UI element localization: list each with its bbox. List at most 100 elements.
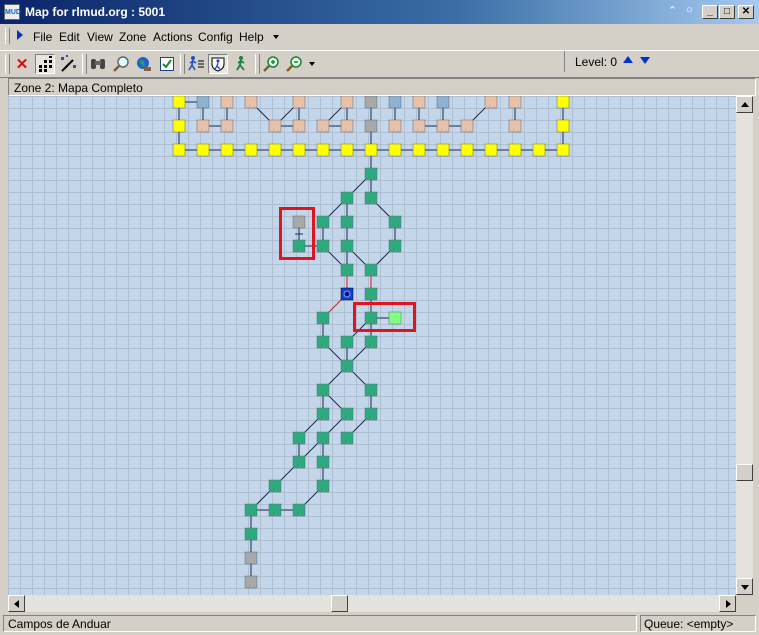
zoom-in-icon[interactable] [261, 54, 281, 74]
walker-icon[interactable] [231, 54, 251, 74]
delete-icon[interactable]: ✕ [12, 54, 32, 74]
map-room[interactable] [244, 503, 258, 517]
map-room[interactable] [340, 191, 354, 205]
map-room[interactable] [412, 143, 426, 157]
map-room[interactable] [412, 119, 426, 133]
map-room[interactable] [244, 96, 258, 109]
map-room[interactable] [460, 143, 474, 157]
map-room[interactable] [244, 143, 258, 157]
map-room[interactable] [172, 96, 186, 109]
map-room[interactable] [340, 239, 354, 253]
map-room[interactable] [244, 527, 258, 541]
map-room[interactable] [316, 311, 330, 325]
map-room[interactable] [556, 143, 570, 157]
map-room[interactable] [340, 263, 354, 277]
map-room[interactable] [316, 431, 330, 445]
map-room[interactable] [388, 311, 402, 325]
walker-list-icon[interactable] [186, 54, 206, 74]
map-room[interactable] [244, 551, 258, 565]
map-room[interactable] [292, 215, 306, 229]
map-room[interactable] [292, 143, 306, 157]
map-room[interactable] [268, 119, 282, 133]
map-room[interactable] [388, 119, 402, 133]
map-room[interactable] [268, 479, 282, 493]
rollup-icon[interactable]: ⌃ [668, 4, 677, 17]
magnifier-icon[interactable] [111, 54, 131, 74]
globe-icon[interactable] [134, 54, 154, 74]
map-room[interactable] [268, 503, 282, 517]
map-room[interactable] [340, 359, 354, 373]
map-room[interactable] [220, 119, 234, 133]
map-room[interactable] [316, 215, 330, 229]
map-room[interactable] [340, 431, 354, 445]
toolbar-grip[interactable] [5, 54, 10, 74]
map-room[interactable] [340, 335, 354, 349]
map-room[interactable] [388, 143, 402, 157]
map-room[interactable] [292, 239, 306, 253]
map-room[interactable] [316, 143, 330, 157]
map-room[interactable] [436, 119, 450, 133]
checkbox-icon[interactable] [157, 54, 177, 74]
map-room[interactable] [172, 119, 186, 133]
pin-icon[interactable]: ○ [686, 4, 693, 16]
map-room[interactable] [364, 311, 378, 325]
horizontal-scroll-thumb[interactable] [331, 595, 348, 612]
map-room[interactable] [484, 96, 498, 109]
scroll-left-button[interactable] [8, 595, 25, 612]
map-room[interactable] [508, 119, 522, 133]
zoom-out-icon[interactable] [284, 54, 304, 74]
scroll-right-button[interactable] [719, 595, 736, 612]
map-room[interactable] [340, 96, 354, 109]
map-room[interactable] [292, 96, 306, 109]
scroll-up-button[interactable] [736, 96, 753, 113]
map-room[interactable] [340, 119, 354, 133]
map-room[interactable] [316, 119, 330, 133]
map-room[interactable] [364, 96, 378, 109]
map-room[interactable] [316, 479, 330, 493]
map-room[interactable] [196, 119, 210, 133]
menu-zone[interactable]: Zone [119, 30, 146, 44]
map-room[interactable] [508, 143, 522, 157]
magic-wand-icon[interactable] [58, 54, 78, 74]
map-room[interactable] [340, 143, 354, 157]
binoculars-icon[interactable] [88, 54, 108, 74]
vertical-scroll-thumb[interactable] [736, 464, 753, 481]
menu-overflow-icon[interactable] [273, 35, 279, 39]
map-room[interactable] [388, 96, 402, 109]
map-room[interactable] [388, 239, 402, 253]
map-room[interactable] [436, 96, 450, 109]
map-room[interactable] [364, 143, 378, 157]
map-room[interactable] [292, 431, 306, 445]
map-room[interactable] [556, 96, 570, 109]
map-room[interactable] [412, 96, 426, 109]
menubar-grip[interactable] [5, 28, 10, 44]
map-room[interactable] [244, 575, 258, 589]
play-icon[interactable] [17, 30, 23, 40]
horizontal-scrollbar[interactable] [8, 595, 736, 612]
menu-file[interactable]: File [33, 30, 52, 44]
vertical-scrollbar[interactable] [736, 96, 753, 595]
map-room[interactable] [364, 287, 378, 301]
map-room[interactable] [172, 143, 186, 157]
map-room[interactable] [364, 263, 378, 277]
minimize-button[interactable]: _ [702, 5, 718, 19]
map-room[interactable] [196, 96, 210, 109]
map-room[interactable] [292, 119, 306, 133]
map-room[interactable] [196, 143, 210, 157]
map-room[interactable] [532, 143, 546, 157]
zoom-dropdown-icon[interactable] [309, 62, 315, 66]
map-room[interactable] [220, 96, 234, 109]
map-room[interactable] [316, 239, 330, 253]
map-room[interactable] [556, 119, 570, 133]
map-room[interactable] [316, 383, 330, 397]
map-room[interactable] [364, 119, 378, 133]
map-room[interactable] [460, 119, 474, 133]
map-room[interactable] [364, 167, 378, 181]
map-room[interactable] [316, 455, 330, 469]
scroll-down-button[interactable] [736, 578, 753, 595]
maximize-button[interactable]: □ [719, 5, 735, 19]
menu-help[interactable]: Help [239, 30, 264, 44]
map-room[interactable] [364, 191, 378, 205]
menu-config[interactable]: Config [198, 30, 233, 44]
grid-icon[interactable] [35, 54, 55, 74]
